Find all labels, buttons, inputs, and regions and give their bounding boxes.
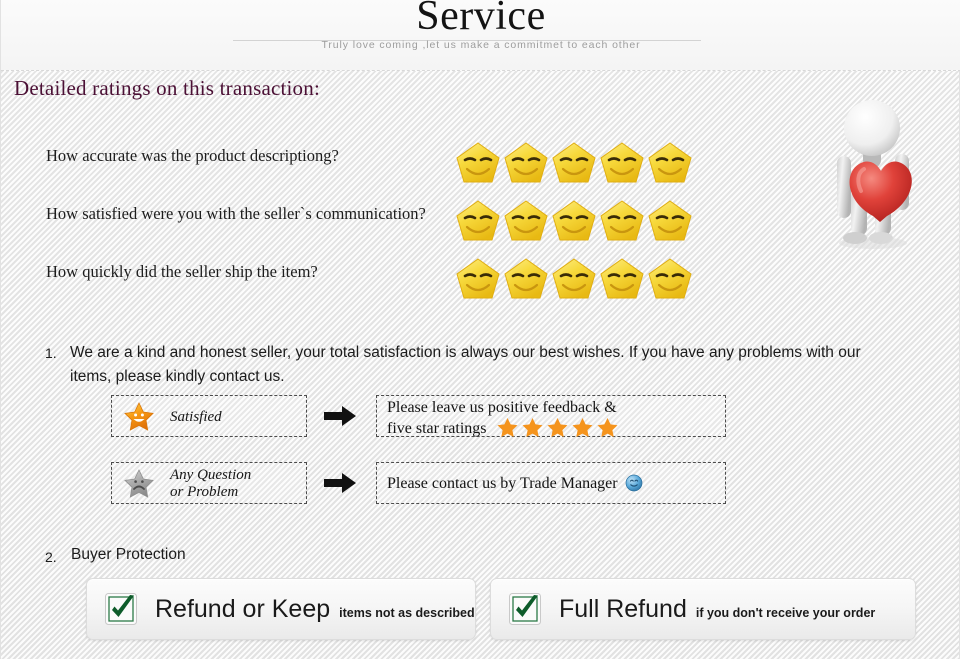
- flow-condition-label: Any Question or Problem: [170, 463, 251, 505]
- smiley-star-icon[interactable]: [598, 140, 646, 186]
- flow-action-box: Please contact us by Trade Manager: [376, 462, 726, 504]
- flow-action-line1: Please contact us by Trade Manager: [387, 474, 618, 492]
- orange-star-icon: [572, 418, 593, 437]
- smiley-star-icon[interactable]: [598, 198, 646, 244]
- flow-action-line2: five star ratings: [387, 420, 487, 437]
- protection-panel: Refund or Keep items not as described: [86, 578, 476, 640]
- smiley-star-icon[interactable]: [598, 256, 646, 302]
- list-number-1: 1.: [45, 345, 57, 361]
- orange-star-icon: [597, 418, 618, 437]
- flow-condition-line1: Any Question: [170, 467, 252, 483]
- green-checkmark-icon: [509, 593, 541, 625]
- list-text-1: We are a kind and honest seller, your to…: [70, 344, 861, 385]
- orange-star-icon: [547, 418, 568, 437]
- list-text-2: Buyer Protection: [71, 546, 186, 563]
- orange-star-icon: [497, 418, 518, 437]
- flow-action-box: Please leave us positive feedback & five…: [376, 395, 726, 437]
- flow-action-line1: Please leave us positive feedback &: [387, 399, 617, 416]
- flow-row: Satisfied Please leave us positive feedb…: [1, 395, 761, 439]
- rating-star-group[interactable]: [454, 248, 714, 304]
- smiley-star-icon[interactable]: [502, 140, 550, 186]
- rating-star-group[interactable]: [454, 190, 714, 246]
- orange-star-row: [497, 417, 618, 442]
- right-arrow-icon: [324, 473, 356, 493]
- smiley-star-icon[interactable]: [454, 198, 502, 244]
- green-checkmark-icon: [105, 593, 137, 625]
- protection-title: Full Refund: [559, 594, 687, 623]
- rating-question: How quickly did the seller ship the item…: [46, 262, 318, 281]
- smiley-star-icon[interactable]: [550, 198, 598, 244]
- rating-star-group[interactable]: [454, 132, 714, 188]
- protection-panel: Full Refund if you don't receive your or…: [490, 578, 916, 640]
- page-title: Service: [416, 0, 546, 39]
- smiley-star-icon[interactable]: [646, 256, 694, 302]
- section-heading: Detailed ratings on this transaction:: [14, 76, 320, 100]
- happy-star-icon: [124, 402, 154, 431]
- smiley-star-icon[interactable]: [550, 140, 598, 186]
- rating-question: How satisfied were you with the seller`s…: [46, 204, 426, 223]
- list-number-2: 2.: [45, 549, 57, 565]
- rating-row: How satisfied were you with the seller`s…: [1, 190, 781, 246]
- smiley-star-icon[interactable]: [502, 198, 550, 244]
- sad-star-icon: [124, 469, 154, 498]
- flow-condition-label: Satisfied: [170, 396, 222, 438]
- page-header: Service Truly love coming ,let us make a…: [1, 0, 960, 71]
- smiley-star-icon[interactable]: [646, 140, 694, 186]
- 3d-figure-holding-heart-icon: [837, 100, 912, 249]
- rating-row: How accurate was the product description…: [1, 132, 781, 188]
- protection-note: items not as described: [339, 605, 475, 620]
- smiley-star-icon[interactable]: [646, 198, 694, 244]
- flow-condition-box: Satisfied: [111, 395, 307, 437]
- orange-star-icon: [522, 418, 543, 437]
- trade-manager-icon[interactable]: [625, 474, 643, 492]
- flow-row: Any Question or Problem Please contact u…: [1, 462, 761, 506]
- smiley-star-icon[interactable]: [454, 256, 502, 302]
- flow-condition-box: Any Question or Problem: [111, 462, 307, 504]
- right-arrow-icon: [324, 406, 356, 426]
- smiley-star-icon[interactable]: [550, 256, 598, 302]
- smiley-star-icon[interactable]: [502, 256, 550, 302]
- service-page: Service Truly love coming ,let us make a…: [0, 0, 960, 659]
- protection-title: Refund or Keep: [155, 594, 331, 623]
- rating-question: How accurate was the product description…: [46, 146, 339, 165]
- flow-condition-line2: or Problem: [170, 484, 239, 500]
- flow-action-line2-wrap: five star ratings: [387, 417, 725, 442]
- protection-note: if you don't receive your order: [695, 605, 876, 620]
- page-subtitle: Truly love coming ,let us make a commitm…: [321, 39, 641, 51]
- smiley-star-icon[interactable]: [454, 140, 502, 186]
- rating-row: How quickly did the seller ship the item…: [1, 248, 781, 304]
- flow-condition-line1: Satisfied: [170, 408, 222, 425]
